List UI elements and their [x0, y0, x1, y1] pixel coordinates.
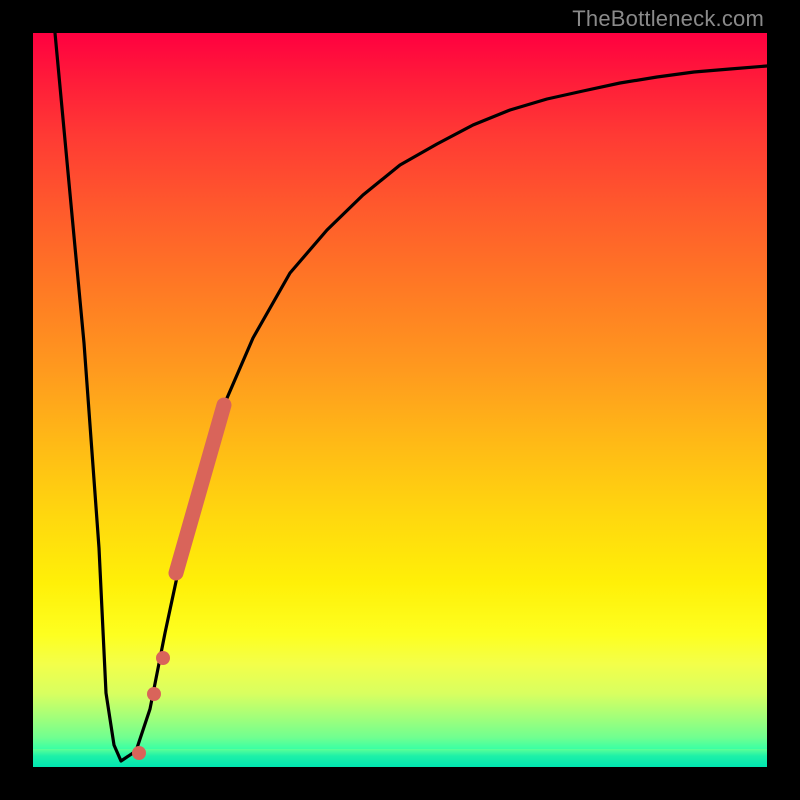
highlight-segment-icon — [176, 405, 224, 573]
marker-dot-1 — [156, 651, 170, 665]
plot-area — [33, 33, 767, 767]
chart-frame: TheBottleneck.com — [0, 0, 800, 800]
curve-layer — [33, 33, 767, 767]
marker-dot-2 — [147, 687, 161, 701]
marker-dot-3 — [132, 746, 146, 760]
watermark-text: TheBottleneck.com — [572, 6, 764, 32]
